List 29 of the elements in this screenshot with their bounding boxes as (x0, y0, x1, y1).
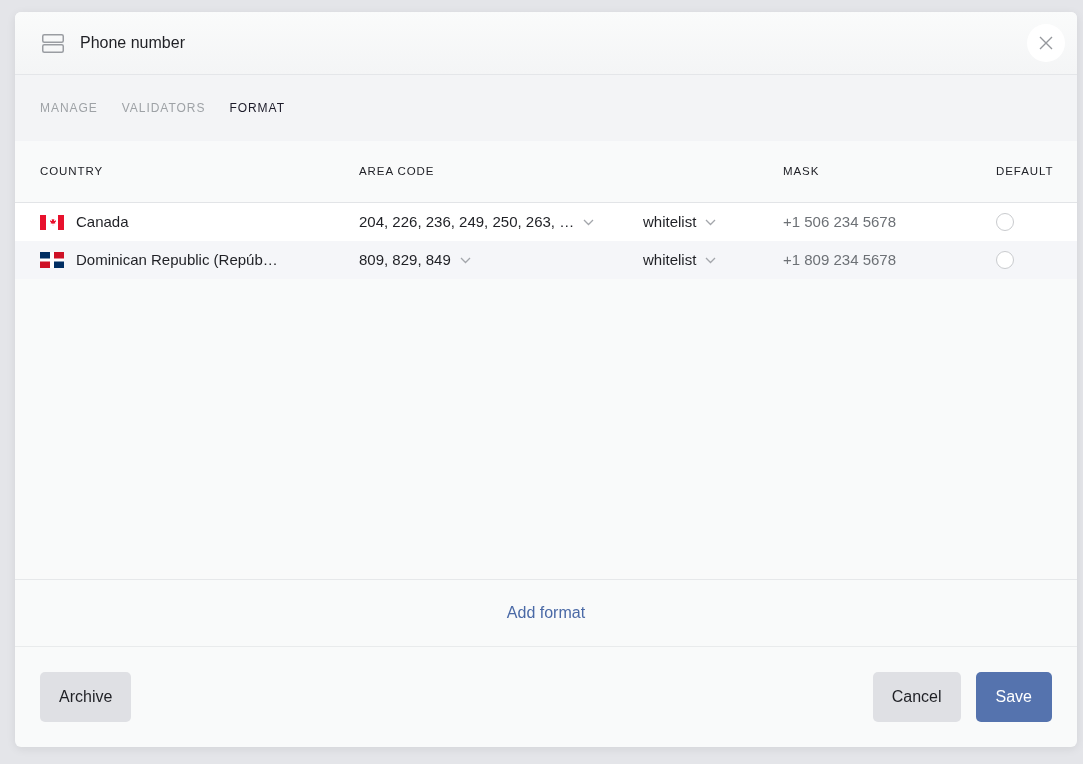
list-type-dropdown[interactable]: whitelist (643, 248, 717, 272)
close-icon (1039, 36, 1053, 50)
column-header: COUNTRY (40, 163, 104, 179)
country-name: Canada (76, 211, 129, 232)
mask-text: +1 809 234 5678 (783, 249, 897, 270)
caret-icon (705, 218, 717, 226)
save-button[interactable]: Save (975, 672, 1052, 722)
dialog-title: Phone number (80, 33, 185, 53)
close-button[interactable] (1027, 24, 1065, 62)
list-type-dropdown[interactable]: whitelist (643, 210, 717, 234)
mask-text: +1 506 234 5678 (783, 211, 897, 232)
caret-icon (583, 218, 595, 226)
column-header: MASK (783, 163, 820, 179)
caret-icon (459, 256, 471, 264)
default-radio[interactable] (996, 251, 1014, 269)
country-name: Dominican Republic (Repúb… (76, 249, 278, 270)
column-header: AREA CODE (359, 163, 435, 179)
secondary-button[interactable]: Archive (40, 672, 132, 722)
caret-icon (705, 256, 717, 264)
flag-icon (40, 214, 64, 230)
add-format-link[interactable]: Add format (506, 601, 586, 625)
default-radio[interactable] (996, 213, 1014, 231)
stacked-rows-icon (42, 33, 64, 53)
tab[interactable]: FORMAT (229, 99, 285, 117)
column-header: DEFAULT (996, 163, 1054, 179)
area-code-dropdown[interactable]: 204, 226, 236, 249, 250, 263, … (359, 210, 595, 234)
secondary-button[interactable]: Cancel (872, 672, 961, 722)
area-code-dropdown[interactable]: 809, 829, 849 (359, 248, 471, 272)
flag-icon (40, 252, 64, 268)
